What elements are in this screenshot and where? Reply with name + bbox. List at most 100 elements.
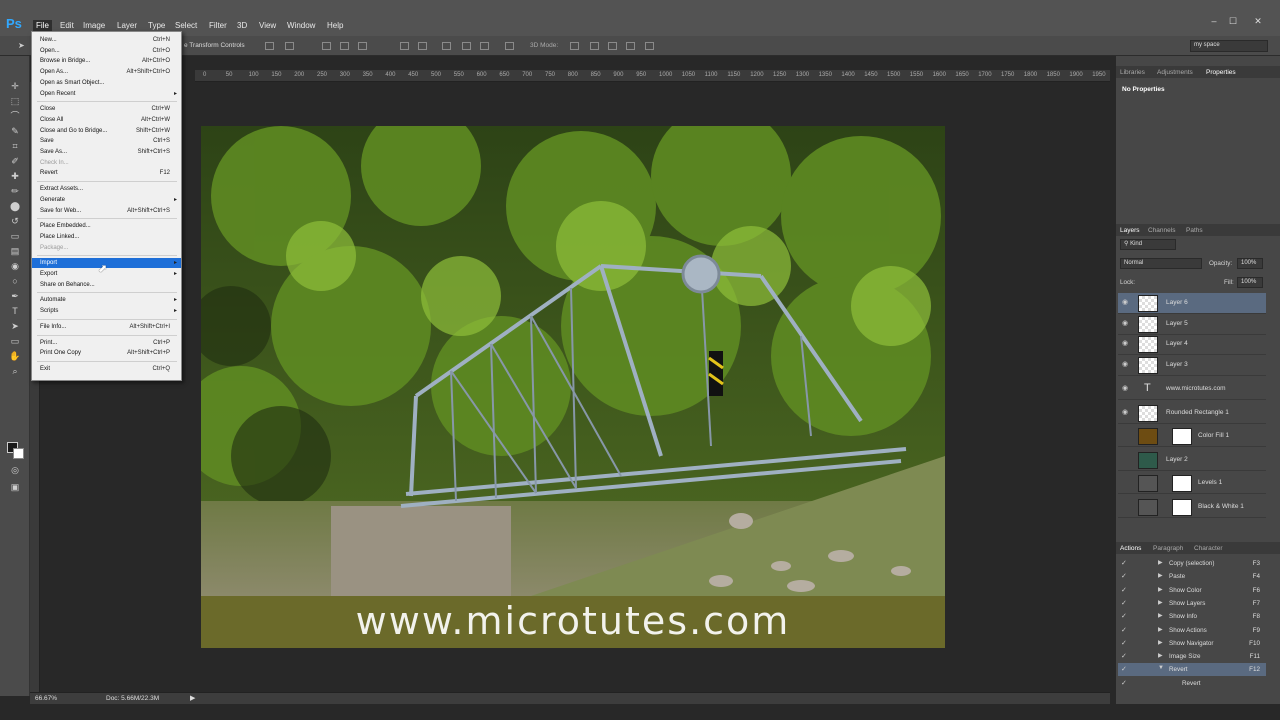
chevron-right-icon[interactable]: ▶ <box>1158 559 1163 566</box>
action-row[interactable]: ✓ ▶ Copy (selection) F3 <box>1118 557 1266 570</box>
healing-brush-icon[interactable]: ✚ <box>9 170 21 182</box>
marquee-tool-icon[interactable]: ⬚ <box>9 95 21 107</box>
gradient-tool-icon[interactable]: ▤ <box>9 245 21 257</box>
action-row[interactable]: ✓ ▶ Show Layers F7 <box>1118 597 1266 610</box>
file-menu-item[interactable]: File Info... Alt+Shift+Ctrl+I <box>32 322 181 332</box>
eye-visibility-icon[interactable]: ◉ <box>1122 340 1130 348</box>
tab-adjustments[interactable]: Adjustments <box>1157 69 1193 76</box>
align-icon[interactable] <box>400 42 409 50</box>
zoom-tool-icon[interactable]: ⌕ <box>9 365 21 377</box>
align-icon[interactable] <box>358 42 367 50</box>
file-menu-item[interactable]: Save As... Shift+Ctrl+S <box>32 147 181 157</box>
eye-visibility-icon[interactable] <box>1122 432 1130 440</box>
check-icon[interactable]: ✓ <box>1121 559 1127 567</box>
file-menu-item[interactable]: Close Ctrl+W <box>32 104 181 114</box>
action-row[interactable]: ✓ ▼ Revert F12 <box>1118 663 1266 677</box>
file-menu-item[interactable]: Place Linked... <box>32 232 181 242</box>
shape-tool-icon[interactable]: ▭ <box>9 335 21 347</box>
align-icon[interactable] <box>570 42 579 50</box>
tab-channels[interactable]: Channels <box>1148 227 1175 234</box>
action-row[interactable]: ✓ ▶ Show Color F6 <box>1118 584 1266 597</box>
file-menu-item[interactable]: Close All Alt+Ctrl+W <box>32 115 181 125</box>
document-canvas[interactable]: www.microtutes.com <box>201 126 945 648</box>
layer-filter-select[interactable]: ⚲ Kind <box>1120 239 1176 250</box>
quick-select-icon[interactable]: ✎ <box>9 125 21 137</box>
history-brush-icon[interactable]: ↺ <box>9 215 21 227</box>
file-menu-item[interactable]: Scripts ▸ <box>32 306 181 316</box>
file-menu-item[interactable]: Exit Ctrl+Q <box>32 364 181 374</box>
file-menu-item[interactable]: Generate ▸ <box>32 195 181 205</box>
align-icon[interactable] <box>442 42 451 50</box>
minimize-button[interactable]: – <box>1207 15 1221 27</box>
layer-row[interactable]: Color Fill 1 <box>1118 426 1266 447</box>
fill-field[interactable]: 100% <box>1237 277 1263 288</box>
eyedropper-icon[interactable]: ✐ <box>9 155 21 167</box>
background-color-swatch[interactable] <box>13 448 24 459</box>
tab-properties[interactable]: Properties <box>1206 69 1236 76</box>
check-icon[interactable]: ✓ <box>1121 665 1127 673</box>
chevron-right-icon[interactable]: ▶ <box>1158 586 1163 593</box>
align-icon[interactable] <box>645 42 654 50</box>
layer-row[interactable]: ◉ Layer 6 <box>1118 293 1266 314</box>
tab-paragraph[interactable]: Paragraph <box>1153 545 1183 552</box>
layer-row[interactable]: ◉ Layer 4 <box>1118 334 1266 355</box>
menu-view[interactable]: View <box>256 20 279 32</box>
path-select-icon[interactable]: ➤ <box>9 320 21 332</box>
file-menu-item[interactable]: Open as Smart Object... <box>32 78 181 88</box>
align-icon[interactable] <box>626 42 635 50</box>
maximize-button[interactable]: ☐ <box>1226 15 1240 27</box>
eye-visibility-icon[interactable]: ◉ <box>1122 320 1130 328</box>
align-icon[interactable] <box>285 42 294 50</box>
brush-tool-icon[interactable]: ✏ <box>9 185 21 197</box>
action-row[interactable]: ✓ ▶ Show Actions F9 <box>1118 624 1266 637</box>
eye-visibility-icon[interactable]: ◉ <box>1122 409 1130 417</box>
zoom-level[interactable]: 66.67% <box>35 695 57 702</box>
close-window-button[interactable]: ✕ <box>1251 15 1265 27</box>
eye-visibility-icon[interactable]: ◉ <box>1122 385 1130 393</box>
chevron-right-icon[interactable]: ▶ <box>1158 572 1163 579</box>
file-menu-item[interactable]: Open Recent ▸ <box>32 89 181 99</box>
action-row[interactable]: ✓ ▶ Show Info F8 <box>1118 610 1266 623</box>
file-menu-item[interactable]: Close and Go to Bridge... Shift+Ctrl+W <box>32 126 181 136</box>
tab-actions[interactable]: Actions <box>1120 545 1141 552</box>
tab-character[interactable]: Character <box>1194 545 1223 552</box>
pen-tool-icon[interactable]: ✒ <box>9 290 21 302</box>
crop-tool-icon[interactable]: ⌗ <box>9 140 21 152</box>
blend-mode-select[interactable]: Normal <box>1120 258 1202 269</box>
check-icon[interactable]: ✓ <box>1121 612 1127 620</box>
align-icon[interactable] <box>462 42 471 50</box>
menu-filter[interactable]: Filter <box>206 20 230 32</box>
action-row[interactable]: ✓ ▶ Show Navigator F10 <box>1118 637 1266 650</box>
check-icon[interactable]: ✓ <box>1121 639 1127 647</box>
opacity-field[interactable]: 100% <box>1237 258 1263 269</box>
file-menu-item[interactable]: Extract Assets... <box>32 184 181 194</box>
status-menu-arrow-icon[interactable]: ▶ <box>190 694 195 702</box>
file-menu-item[interactable]: Print One Copy Alt+Shift+Ctrl+P <box>32 348 181 358</box>
check-icon[interactable]: ✓ <box>1121 652 1127 660</box>
menu-window[interactable]: Window <box>284 20 318 32</box>
screen-mode-icon[interactable]: ▣ <box>9 481 21 493</box>
eye-visibility-icon[interactable] <box>1122 503 1130 511</box>
layer-row[interactable]: Layer 2 <box>1118 450 1266 471</box>
file-menu-item[interactable]: Print... Ctrl+P <box>32 338 181 348</box>
tab-layers[interactable]: Layers <box>1120 227 1140 234</box>
align-icon[interactable] <box>590 42 599 50</box>
file-menu-item[interactable]: New... Ctrl+N <box>32 35 181 45</box>
layer-row[interactable]: Levels 1 <box>1118 473 1266 494</box>
check-icon[interactable]: ✓ <box>1121 586 1127 594</box>
check-icon[interactable]: ✓ <box>1121 679 1127 687</box>
file-menu-item[interactable]: Place Embedded... <box>32 221 181 231</box>
transform-controls-label[interactable]: e Transform Controls <box>184 42 245 49</box>
chevron-right-icon[interactable]: ▶ <box>1158 599 1163 606</box>
move-tool-icon[interactable]: ➤ <box>18 41 25 50</box>
menu-help[interactable]: Help <box>324 20 346 32</box>
check-icon[interactable]: ✓ <box>1121 599 1127 607</box>
dodge-tool-icon[interactable]: ○ <box>9 275 21 287</box>
chevron-right-icon[interactable]: ▶ <box>1158 652 1163 659</box>
chevron-right-icon[interactable]: ▶ <box>1158 612 1163 619</box>
align-icon[interactable] <box>322 42 331 50</box>
layer-row[interactable]: ◉ Rounded Rectangle 1 <box>1118 403 1266 424</box>
hand-tool-icon[interactable]: ✋ <box>9 350 21 362</box>
align-icon[interactable] <box>608 42 617 50</box>
action-row[interactable]: ✓ ▶ Image Size F11 <box>1118 650 1266 663</box>
